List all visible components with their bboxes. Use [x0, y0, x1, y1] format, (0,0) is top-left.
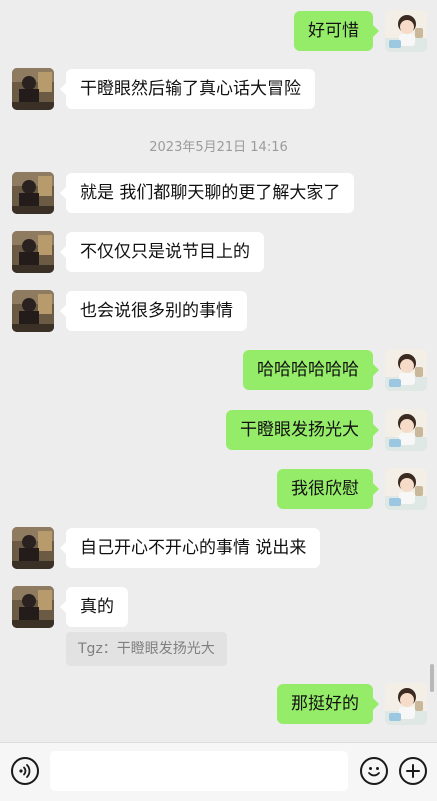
message-bubble-sent[interactable]: 那挺好的 — [277, 684, 379, 724]
chat-timestamp: 2023年5月21日 14:16 — [149, 140, 288, 155]
message-bubble-sent[interactable]: 好可惜 — [294, 11, 379, 51]
scrollbar[interactable] — [430, 664, 434, 692]
message-bubble-sent[interactable]: 哈哈哈哈哈哈 — [243, 350, 379, 390]
avatar[interactable] — [12, 290, 54, 332]
message-bubble-received[interactable]: 干瞪眼然后输了真心话大冒险 — [60, 69, 315, 109]
voice-button[interactable] — [11, 757, 39, 785]
avatar[interactable] — [385, 349, 427, 391]
chat-area[interactable]: 好可惜 干瞪眼然后输了真心话大冒险 2023年5月21日 14:16 就是 我们… — [0, 0, 437, 742]
message-bubble-received[interactable]: 自己开心不开心的事情 说出来 — [59, 528, 321, 568]
message-bubble-received[interactable]: 也会说很多别的事情 — [60, 291, 247, 331]
avatar[interactable] — [12, 231, 54, 273]
plus-button[interactable] — [399, 757, 427, 785]
avatar[interactable] — [12, 586, 54, 628]
quoted-message[interactable]: Tgz：干瞪眼发扬光大 — [66, 632, 227, 666]
emoji-button[interactable] — [360, 757, 388, 785]
message-bubble-sent[interactable]: 干瞪眼发扬光大 — [226, 410, 379, 450]
avatar[interactable] — [385, 683, 427, 725]
avatar[interactable] — [12, 172, 54, 214]
message-bubble-sent[interactable]: 我很欣慰 — [277, 469, 379, 509]
message-bubble-received[interactable]: 不仅仅只是说节目上的 — [60, 232, 264, 272]
avatar[interactable] — [12, 68, 54, 110]
avatar[interactable] — [385, 468, 427, 510]
message-bubble-received[interactable]: 就是 我们都聊天聊的更了解大家了 — [59, 173, 355, 213]
avatar[interactable] — [12, 527, 54, 569]
message-input[interactable] — [50, 751, 348, 791]
message-bubble-received[interactable]: 真的 — [60, 587, 128, 627]
avatar[interactable] — [385, 409, 427, 451]
input-bar — [0, 742, 437, 801]
avatar[interactable] — [385, 10, 427, 52]
